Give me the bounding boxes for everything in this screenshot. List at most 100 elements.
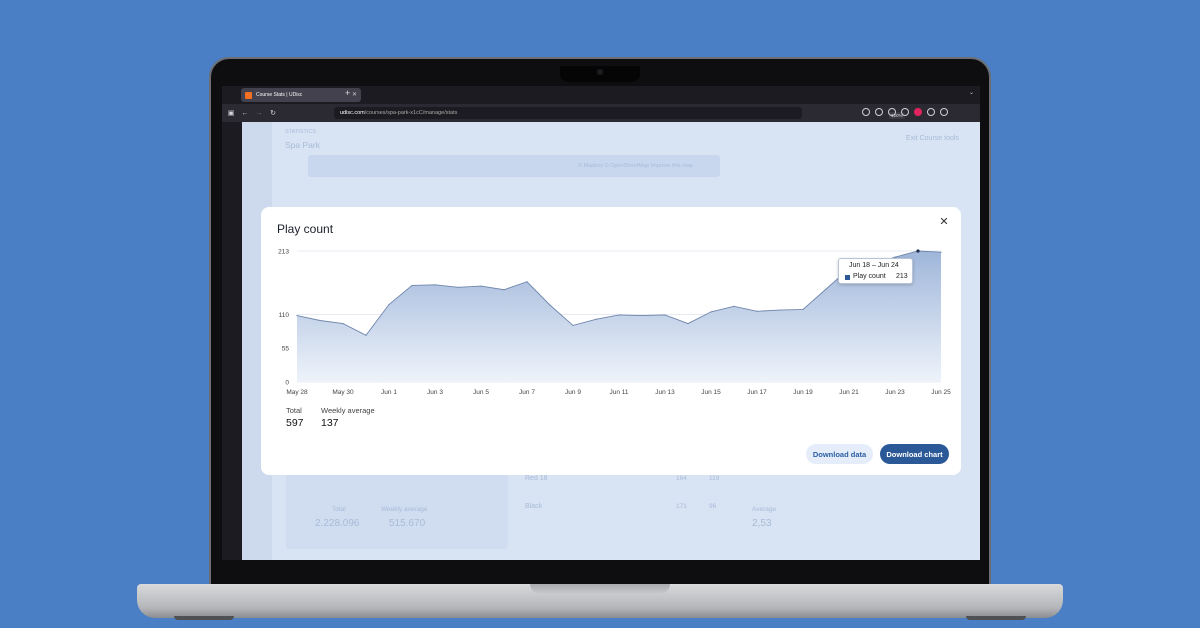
bg-average-value: 2,53 <box>752 518 772 529</box>
bg-layout-b: 119 <box>709 475 720 482</box>
pocket-icon[interactable] <box>862 108 870 116</box>
data-point <box>342 322 344 325</box>
tooltip-series: Play count <box>853 273 886 280</box>
nav-bar: ▣ ← → ↻ udisc.com/courses/spa-park-x1cC/… <box>222 104 980 122</box>
tab-bar: Course Stats | UDisc ✕ + ⌄ <box>222 86 980 104</box>
x-tick-label: May 28 <box>286 389 308 396</box>
total-label: Total <box>286 406 302 415</box>
x-tick-label: Jun 9 <box>565 389 581 396</box>
bg-total-value: 2.228.096 <box>315 518 360 529</box>
account-icon[interactable] <box>888 108 896 116</box>
x-tick-label: Jun 5 <box>473 389 489 396</box>
x-tick-label: Jun 15 <box>701 389 721 396</box>
new-tab-icon[interactable]: + <box>345 88 350 98</box>
data-point <box>733 305 735 307</box>
bg-layout-a: 164 <box>676 475 687 482</box>
url-text: udisc.com/courses/spa-park-x1cC/manage/s… <box>340 110 458 116</box>
y-tick-label: 55 <box>282 346 290 353</box>
tooltip-title: Jun 18 – Jun 24 <box>849 262 899 269</box>
map-preview: © Mapbox © OpenStreetMap Improve this ma… <box>308 155 720 177</box>
extension-icon[interactable] <box>927 108 935 116</box>
close-tab-icon[interactable]: ✕ <box>352 91 357 98</box>
data-point <box>641 314 643 317</box>
data-point <box>825 288 827 290</box>
data-point <box>779 309 781 311</box>
tab-course-stats[interactable]: Course Stats | UDisc ✕ <box>241 88 361 102</box>
x-tick-label: May 30 <box>332 389 354 396</box>
extensions-icon[interactable] <box>901 108 909 116</box>
x-tick-label: Jun 21 <box>839 389 859 396</box>
course-name: Spa Park <box>285 140 320 150</box>
adblock-icon[interactable] <box>914 108 922 116</box>
bg-weekly-value: 515.670 <box>389 518 426 529</box>
y-tick-label: 213 <box>278 249 289 256</box>
data-point <box>595 318 597 320</box>
x-tick-label: Jun 23 <box>885 389 905 396</box>
data-point <box>664 314 666 316</box>
map-attribution: © Mapbox © OpenStreetMap Improve this ma… <box>578 163 693 169</box>
laptop-foot <box>174 616 234 620</box>
chart-tooltip: Jun 18 – Jun 24 Play count 213 <box>838 258 913 284</box>
data-point <box>756 310 758 312</box>
data-point <box>457 286 459 288</box>
bg-total-label: Total <box>332 506 346 513</box>
total-value: 597 <box>286 417 304 429</box>
data-point <box>434 284 436 286</box>
weekly-average-label: Weekly average <box>321 406 375 415</box>
x-tick-label: Jun 13 <box>655 389 675 396</box>
bg-layout-a: 171 <box>676 503 687 510</box>
y-tick-label: 110 <box>279 312 290 319</box>
data-point <box>388 303 390 306</box>
section-label: STATISTICS <box>285 129 316 135</box>
data-point <box>480 285 482 287</box>
play-count-chart: 0 55 110 213 May 28 May 30 Jun 1 Jun 3 Jun 5 Jun … <box>278 249 951 397</box>
highlight-point <box>916 249 920 253</box>
tab-title: Course Stats | UDisc <box>256 92 303 98</box>
udisc-favicon-icon <box>245 91 252 99</box>
bg-layout-b: 96 <box>709 503 717 510</box>
laptop-foot <box>966 616 1026 620</box>
download-data-button[interactable]: Download data <box>806 444 873 464</box>
sidebar-toggle-icon[interactable]: ▣ <box>224 109 238 117</box>
tooltip-value: 213 <box>896 273 908 280</box>
bg-weekly-label: Weekly average <box>381 506 428 513</box>
back-icon[interactable]: ← <box>238 110 252 117</box>
data-point <box>503 289 505 291</box>
y-tick-label: 0 <box>285 380 289 387</box>
chevron-down-icon[interactable]: ⌄ <box>969 89 974 96</box>
forward-icon[interactable]: → <box>252 110 266 117</box>
data-point <box>802 308 804 311</box>
data-point <box>296 314 298 317</box>
bg-average-label: Average <box>752 506 777 513</box>
address-bar[interactable]: udisc.com/courses/spa-park-x1cC/manage/s… <box>334 107 905 119</box>
x-tick-label: Jun 1 <box>381 389 397 396</box>
data-point <box>365 334 367 336</box>
download-chart-button[interactable]: Download chart <box>880 444 949 464</box>
menu-icon[interactable] <box>940 108 948 116</box>
x-tick-label: Jun 25 <box>931 389 951 396</box>
downloads-icon[interactable] <box>875 108 883 116</box>
data-point <box>549 304 551 306</box>
series-swatch <box>845 275 850 280</box>
camera-icon <box>597 69 603 75</box>
data-point <box>940 251 942 253</box>
x-tick-label: Jun 17 <box>747 389 767 396</box>
data-point <box>572 324 574 327</box>
weekly-average-value: 137 <box>321 417 339 429</box>
data-point <box>411 284 413 287</box>
data-point <box>319 319 321 322</box>
data-point <box>687 322 689 325</box>
data-point <box>710 311 712 313</box>
play-count-modal: Play count ✕ 0 55 110 213 May 28 May 30 Jun 1J… <box>261 207 961 475</box>
toolbar-icons <box>862 108 948 116</box>
browser-sidebar <box>222 122 242 560</box>
x-tick-label: Jun 7 <box>519 389 535 396</box>
x-tick-label: Jun 3 <box>427 389 443 396</box>
x-tick-label: Jun 19 <box>793 389 813 396</box>
exit-course-tools-button[interactable]: Exit Course tools <box>906 135 959 142</box>
data-point <box>618 314 620 316</box>
reload-icon[interactable]: ↻ <box>266 109 280 117</box>
bg-layout-name: Red 18 <box>525 475 548 482</box>
bg-layout-name: Black <box>525 503 543 510</box>
x-tick-label: Jun 11 <box>609 389 628 396</box>
